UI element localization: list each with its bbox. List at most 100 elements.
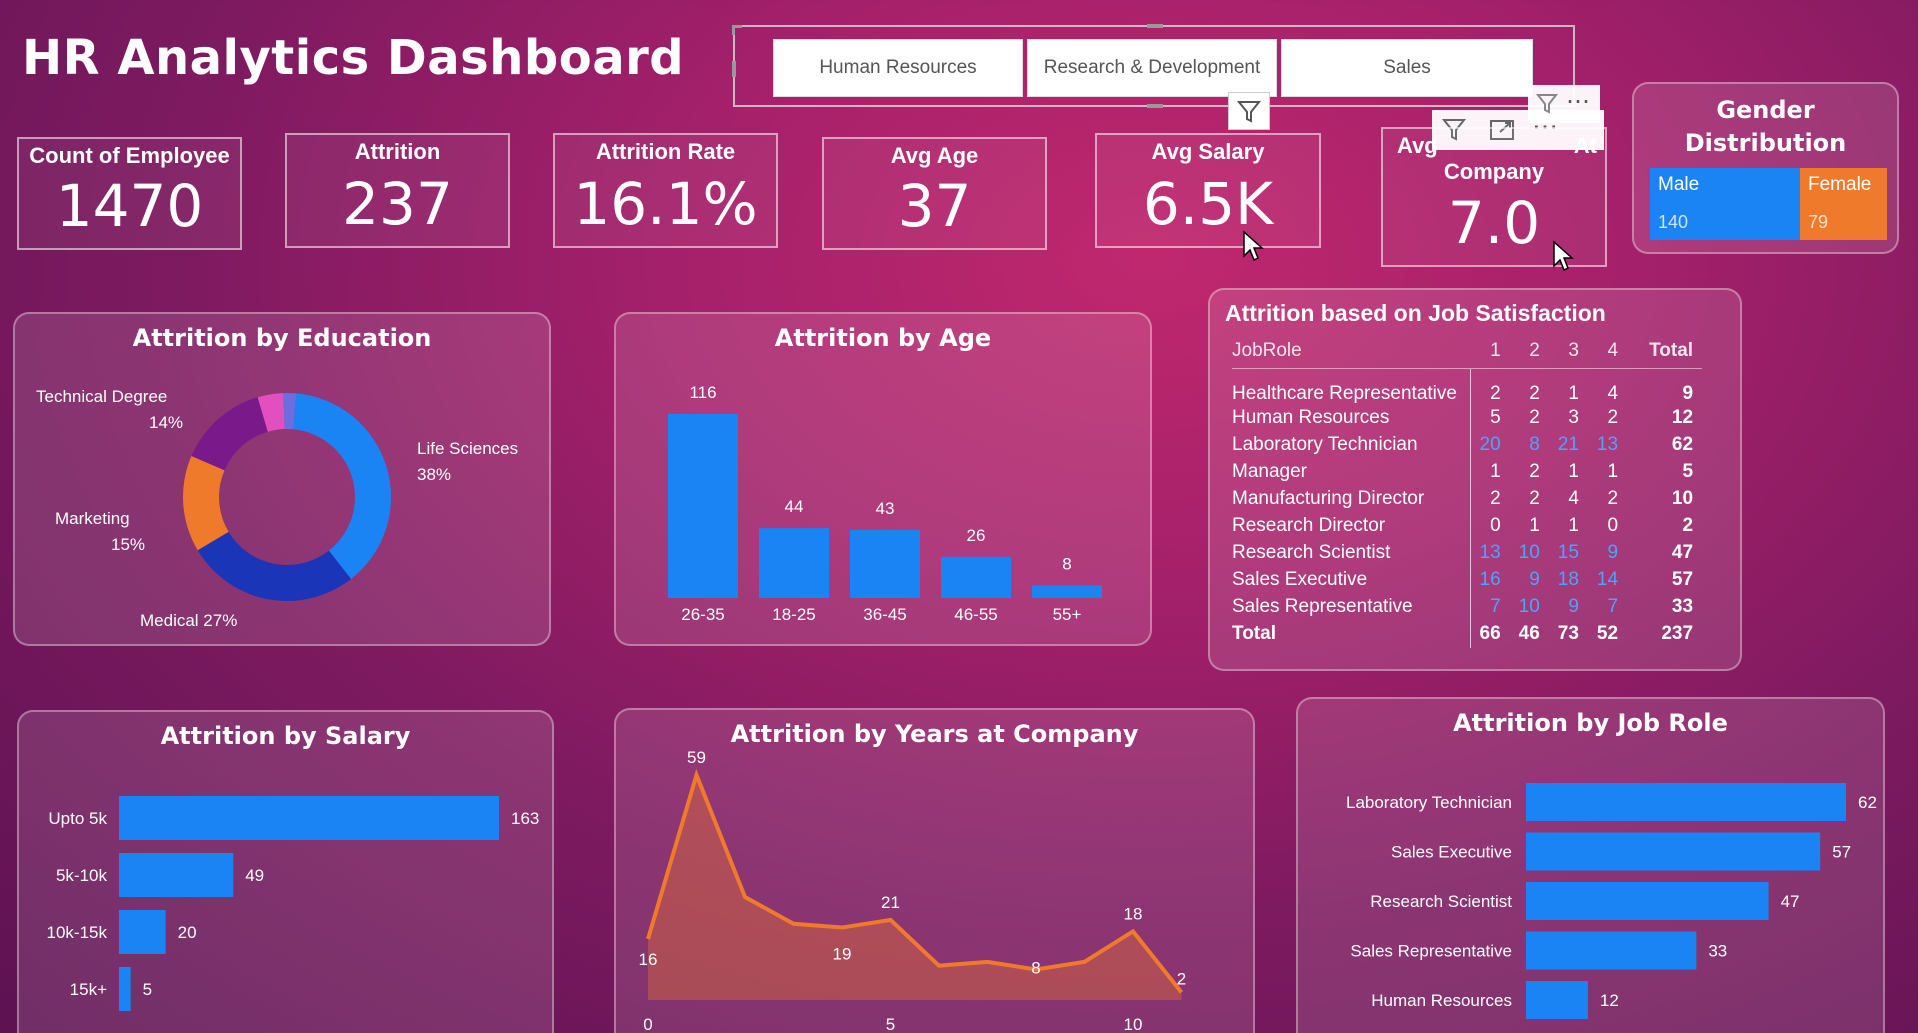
- cell-total: 5: [1682, 461, 1694, 482]
- cell-value: 9: [1568, 596, 1579, 617]
- filter-icon[interactable]: [1228, 92, 1270, 130]
- table-row[interactable]: Research Scientist 13 10 15 9 47: [1232, 539, 1702, 567]
- table-row[interactable]: Sales Executive 16 9 18 14 57: [1232, 566, 1702, 594]
- column-header-1[interactable]: 1: [1470, 334, 1510, 369]
- cell-value: 2: [1607, 488, 1619, 509]
- donut-slice: [293, 393, 392, 579]
- cell-value: 1: [1568, 382, 1579, 404]
- gender-female-value: 79: [1808, 212, 1829, 232]
- column-header-jobrole[interactable]: JobRole: [1232, 334, 1470, 369]
- data-label: 47: [1781, 892, 1800, 911]
- jobrole-bar-chart[interactable]: Laboratory Technician 62 Sales Executive 57…: [1298, 699, 1887, 1032]
- cell-value: 8: [1529, 434, 1540, 455]
- kpi-label-right: At: [1573, 133, 1597, 158]
- table-row[interactable]: Sales Representative 7 10 9 7 33: [1232, 593, 1702, 621]
- job-satisfaction-table[interactable]: JobRole 1 2 3 4 Total Healthcare Represe…: [1232, 334, 1703, 648]
- slicer-corner-handle[interactable]: [732, 25, 742, 35]
- kpi-attrition: Attrition 237: [285, 133, 510, 248]
- kpi-value: 1470: [55, 172, 204, 240]
- area-fill: [648, 775, 1182, 1000]
- column-header-2[interactable]: 2: [1509, 334, 1549, 369]
- table-row[interactable]: Human Resources 5 2 3 2 12: [1232, 404, 1702, 432]
- cell-value: 1: [1568, 515, 1579, 536]
- cell-total: 47: [1671, 542, 1694, 563]
- slicer-option-human-resources[interactable]: Human Resources: [773, 39, 1023, 97]
- point-label: 21: [881, 893, 900, 912]
- education-donut-chart[interactable]: Life Sciences 38% Medical 27% Marketing 15% T…: [15, 314, 553, 648]
- cell-value: 2: [1607, 407, 1619, 428]
- point-label: 16: [639, 950, 658, 969]
- filter-icon[interactable]: [1534, 91, 1560, 122]
- column-header-4[interactable]: 4: [1587, 334, 1628, 369]
- kpi-avg-age: Avg Age 37: [822, 137, 1047, 250]
- cell-value: 7: [1607, 596, 1619, 617]
- table-total-row[interactable]: Total 66 46 73 52 237: [1232, 620, 1702, 648]
- cell-total: 237: [1661, 623, 1694, 644]
- kpi-label-left: Avg: [1397, 133, 1438, 158]
- data-label: 44: [785, 497, 804, 516]
- table-row[interactable]: Healthcare Representative 2 2 1 4 9: [1232, 368, 1702, 405]
- point-label: 8: [1031, 958, 1040, 977]
- y-tick-label: Human Resources: [1371, 991, 1512, 1010]
- gender-female-label: Female: [1808, 174, 1872, 195]
- gender-male-value: 140: [1658, 212, 1689, 232]
- cell-value: 9: [1607, 542, 1619, 563]
- data-label: 62: [1858, 793, 1877, 812]
- slicer-option-research-development[interactable]: Research & Development: [1027, 39, 1277, 97]
- department-slicer[interactable]: Human Resources Research & Development S…: [732, 24, 1575, 108]
- cell-value: 10: [1518, 596, 1540, 617]
- cell-total: 57: [1671, 569, 1694, 590]
- y-tick-label: Laboratory Technician: [1346, 793, 1512, 812]
- slicer-top-handle[interactable]: [1147, 24, 1163, 28]
- education-chart-card: Attrition by Education Life Sciences 38% M…: [13, 312, 551, 646]
- cell-value: 13: [1596, 434, 1619, 455]
- y-tick-label: Upto 5k: [48, 809, 107, 828]
- cell-value: 3: [1568, 407, 1579, 428]
- y-tick-label: Research Scientist: [1370, 892, 1512, 911]
- cell-jobrole: Research Director: [1232, 512, 1471, 540]
- y-tick-label: Sales Representative: [1350, 942, 1512, 961]
- bar: [119, 796, 499, 840]
- bar: [1526, 882, 1769, 920]
- cell-value: 2: [1490, 382, 1501, 404]
- cell-value: 20: [1479, 434, 1501, 455]
- kpi-value: 16.1%: [573, 170, 758, 238]
- cell-value: 2: [1529, 407, 1540, 428]
- more-options-icon[interactable]: ⋯: [1566, 87, 1590, 116]
- cell-jobrole: Healthcare Representative: [1232, 368, 1471, 405]
- cell-total: 33: [1671, 596, 1694, 617]
- kpi-label: Avg Age: [890, 143, 979, 168]
- cell-value: 15: [1557, 542, 1579, 563]
- donut-slice: [197, 531, 352, 601]
- bar: [759, 528, 829, 598]
- table-row[interactable]: Research Director 0 1 1 0 2: [1232, 512, 1702, 540]
- age-bar-chart[interactable]: 116 26-35 44 18-25 43 36-45 26 46-55 8 55+: [616, 314, 1154, 648]
- slicer-left-handle[interactable]: [732, 61, 736, 77]
- cell-jobrole: Research Scientist: [1232, 539, 1471, 567]
- column-header-total[interactable]: Total: [1627, 334, 1703, 369]
- table-row[interactable]: Manager 1 2 1 1 5: [1232, 458, 1702, 486]
- slicer-bottom-handle[interactable]: [1147, 104, 1163, 108]
- jobrole-chart-card: Attrition by Job Role Laboratory Technic…: [1296, 697, 1885, 1033]
- mouse-cursor-icon: [1242, 230, 1266, 269]
- table-row[interactable]: Laboratory Technician 20 8 21 13 62: [1232, 431, 1702, 459]
- kpi-avg-salary[interactable]: Avg Salary 6.5K: [1095, 133, 1321, 248]
- data-label: 26: [967, 526, 986, 545]
- table-row[interactable]: Manufacturing Director 2 2 4 2 10: [1232, 485, 1702, 513]
- x-tick-label: 10: [1124, 1015, 1143, 1032]
- data-label: 163: [511, 809, 539, 828]
- column-header-3[interactable]: 3: [1548, 334, 1588, 369]
- years-area-chart[interactable]: 16 59 19 21 8 18 2 0 5 10: [616, 710, 1257, 1032]
- data-label: 33: [1708, 942, 1727, 961]
- bar: [1526, 931, 1697, 970]
- cell-jobrole: Sales Representative: [1232, 593, 1471, 621]
- kpi-value: 237: [342, 170, 453, 238]
- cell-jobrole: Human Resources: [1232, 404, 1471, 432]
- cell-value: 14: [1596, 569, 1619, 590]
- salary-bar-chart[interactable]: Upto 5k 163 5k-10k 49 10k-15k 20 15k+ 5: [19, 712, 556, 1032]
- slicer-option-sales[interactable]: Sales: [1281, 39, 1533, 97]
- job-satisfaction-table-card: Attrition based on Job Satisfaction JobR…: [1208, 288, 1742, 671]
- x-tick-label: 0: [643, 1015, 652, 1032]
- bar: [1526, 832, 1821, 871]
- y-tick-label: 10k-15k: [47, 923, 108, 942]
